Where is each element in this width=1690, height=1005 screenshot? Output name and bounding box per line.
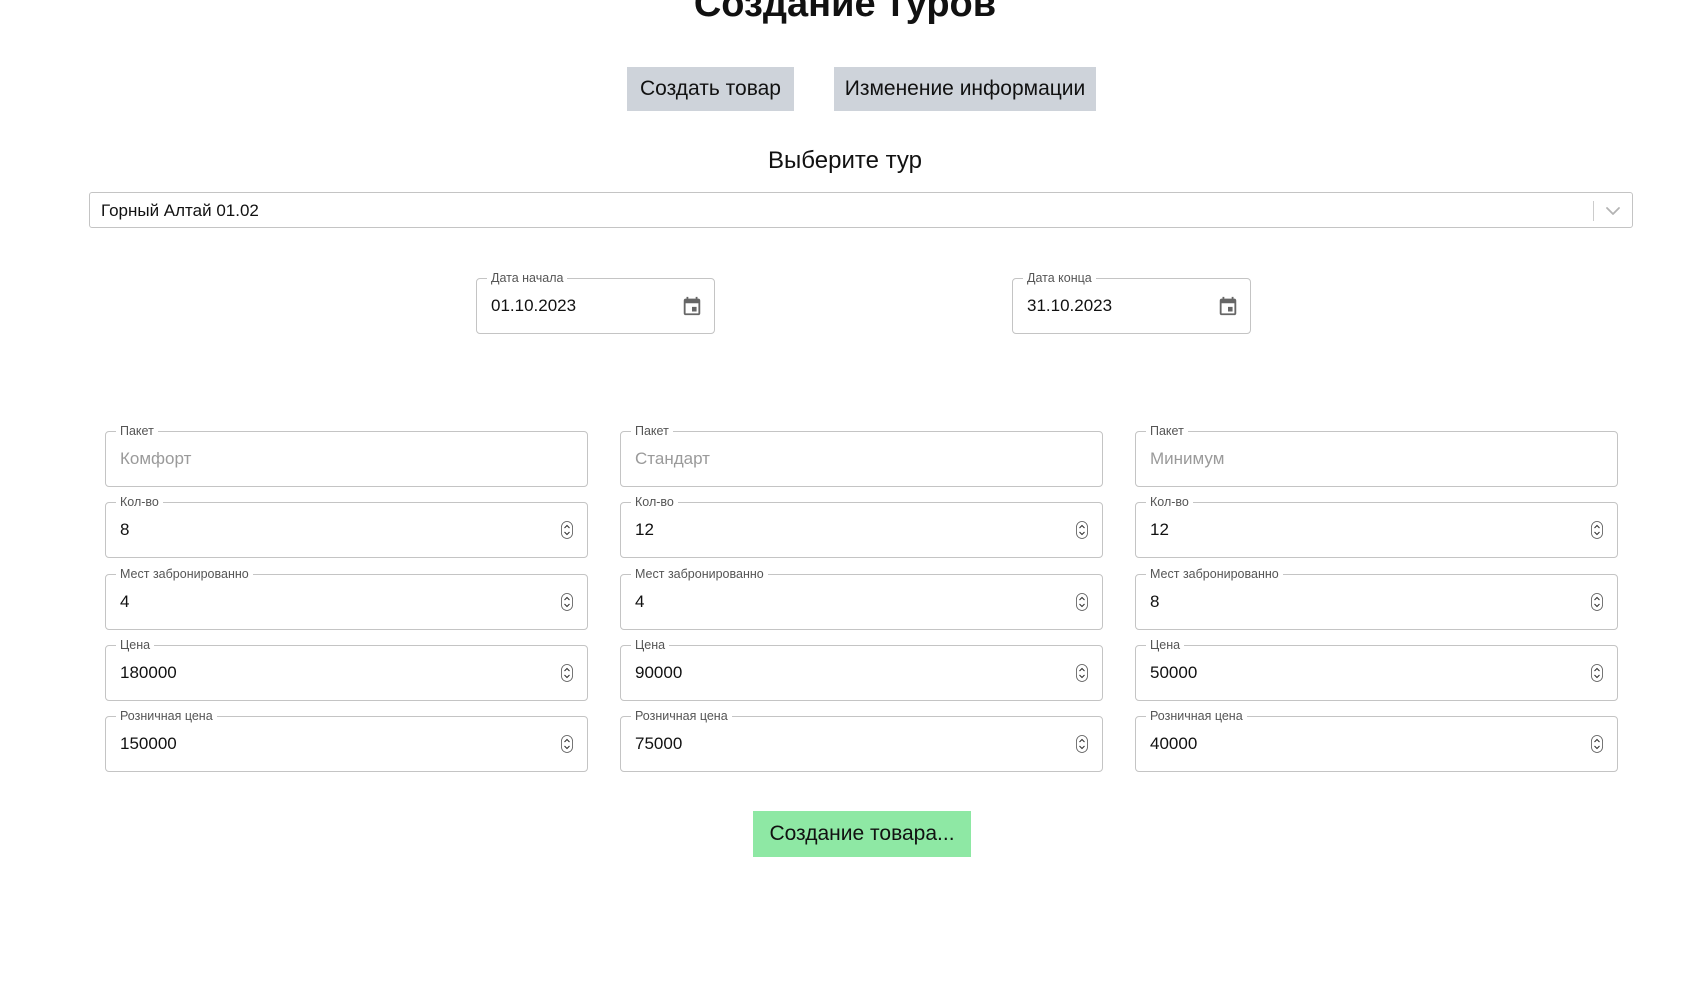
stepper-icon[interactable] — [1074, 646, 1090, 700]
submit-create-product-button[interactable]: Создание товара... — [753, 811, 971, 857]
retail-price-value: 150000 — [120, 734, 177, 753]
chevron-down-icon[interactable] — [1594, 193, 1632, 229]
stepper-icon[interactable] — [559, 575, 575, 629]
retail-price-field[interactable]: Розничная цена 150000 — [105, 709, 588, 772]
create-product-button[interactable]: Создать товар — [627, 67, 794, 111]
stepper-icon[interactable] — [559, 646, 575, 700]
booked-seats-value: 4 — [120, 592, 130, 611]
stepper-icon[interactable] — [1074, 503, 1090, 557]
edit-info-button[interactable]: Изменение информации — [834, 67, 1096, 111]
booked-seats-value: 4 — [635, 592, 645, 611]
end-date-value: 31.10.2023 — [1027, 296, 1113, 315]
package-placeholder: Минимум — [1150, 449, 1225, 468]
quantity-field[interactable]: Кол-во 12 — [620, 495, 1103, 558]
price-value: 180000 — [120, 663, 177, 682]
tour-creation-page: Создание туров Создать товар Изменение и… — [0, 0, 1690, 1005]
quantity-field[interactable]: Кол-во 8 — [105, 495, 588, 558]
quantity-value: 12 — [1150, 520, 1169, 539]
retail-price-value: 75000 — [635, 734, 683, 753]
stepper-icon[interactable] — [1589, 717, 1605, 771]
retail-price-field[interactable]: Розничная цена 75000 — [620, 709, 1103, 772]
end-date-field[interactable]: Дата конца 31.10.2023 — [1012, 271, 1251, 334]
price-field[interactable]: Цена 50000 — [1135, 638, 1618, 701]
stepper-icon[interactable] — [1589, 646, 1605, 700]
tour-select-value: Горный Алтай 01.02 — [101, 201, 259, 220]
price-field[interactable]: Цена 180000 — [105, 638, 588, 701]
package-name-field[interactable]: Пакет Комфорт — [105, 424, 588, 487]
stepper-icon[interactable] — [1074, 717, 1090, 771]
quantity-value: 8 — [120, 520, 130, 539]
start-date-field[interactable]: Дата начала 01.10.2023 — [476, 271, 715, 334]
package-placeholder: Комфорт — [120, 449, 192, 468]
stepper-icon[interactable] — [1589, 575, 1605, 629]
calendar-icon[interactable] — [1216, 279, 1240, 333]
package-name-field[interactable]: Пакет Стандарт — [620, 424, 1103, 487]
stepper-icon[interactable] — [1074, 575, 1090, 629]
stepper-icon[interactable] — [559, 503, 575, 557]
tour-select[interactable]: Горный Алтай 01.02 — [89, 192, 1633, 228]
page-title: Создание туров — [693, 0, 997, 25]
select-tour-heading: Выберите тур — [768, 147, 922, 174]
quantity-field[interactable]: Кол-во 12 — [1135, 495, 1618, 558]
stepper-icon[interactable] — [1589, 503, 1605, 557]
price-value: 50000 — [1150, 663, 1198, 682]
booked-seats-value: 8 — [1150, 592, 1160, 611]
package-placeholder: Стандарт — [635, 449, 710, 468]
retail-price-value: 40000 — [1150, 734, 1198, 753]
booked-seats-field[interactable]: Мест забронированно 8 — [1135, 567, 1618, 630]
price-field[interactable]: Цена 90000 — [620, 638, 1103, 701]
booked-seats-label: Мест забронированно — [116, 567, 253, 581]
quantity-value: 12 — [635, 520, 654, 539]
start-date-value: 01.10.2023 — [491, 296, 577, 315]
booked-seats-label: Мест забронированно — [631, 567, 768, 581]
retail-price-field[interactable]: Розничная цена 40000 — [1135, 709, 1618, 772]
stepper-icon[interactable] — [559, 717, 575, 771]
booked-seats-label: Мест забронированно — [1146, 567, 1283, 581]
booked-seats-field[interactable]: Мест забронированно 4 — [620, 567, 1103, 630]
package-name-field[interactable]: Пакет Минимум — [1135, 424, 1618, 487]
booked-seats-field[interactable]: Мест забронированно 4 — [105, 567, 588, 630]
price-value: 90000 — [635, 663, 683, 682]
calendar-icon[interactable] — [680, 279, 704, 333]
